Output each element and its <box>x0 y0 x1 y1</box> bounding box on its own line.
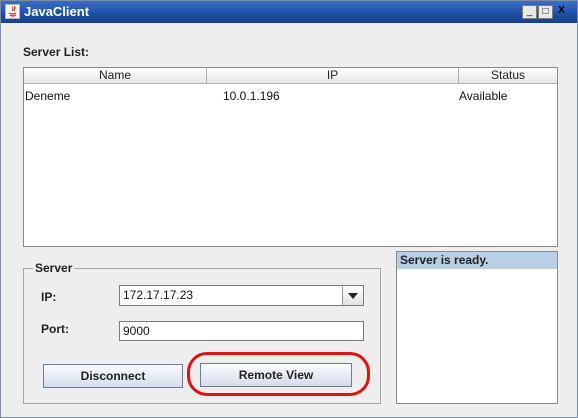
title-bar[interactable]: JavaClient _ □ X <box>1 1 577 23</box>
port-value: 9000 <box>123 324 150 338</box>
server-list-label: Server List: <box>23 45 90 59</box>
server-list-table[interactable]: Name IP Status Deneme 10.0.1.196 Availab… <box>23 67 558 247</box>
port-label: Port: <box>41 322 69 336</box>
column-header-name[interactable]: Name <box>24 68 207 83</box>
window-title: JavaClient <box>24 4 90 19</box>
minimize-button[interactable]: _ <box>522 5 537 19</box>
java-client-window: JavaClient _ □ X Server List: Name IP St… <box>0 0 578 418</box>
column-header-status[interactable]: Status <box>459 68 557 83</box>
status-panel: Server is ready. <box>396 251 558 404</box>
maximize-button[interactable]: □ <box>538 5 553 19</box>
row-ip-cell: 10.0.1.196 <box>223 89 280 103</box>
column-header-ip[interactable]: IP <box>207 68 459 83</box>
disconnect-button[interactable]: Disconnect <box>43 364 183 388</box>
ip-combobox[interactable]: 172.17.17.23 <box>119 285 364 306</box>
ip-label: IP: <box>41 290 57 304</box>
remote-view-highlight-annotation <box>187 352 370 396</box>
row-status-cell: Available <box>459 89 508 103</box>
ip-dropdown-button[interactable] <box>342 286 363 305</box>
server-group-title: Server <box>33 261 75 275</box>
close-button[interactable]: X <box>554 5 569 19</box>
status-message: Server is ready. <box>397 252 557 269</box>
ip-value: 172.17.17.23 <box>123 288 194 302</box>
row-name-cell: Deneme <box>25 89 71 103</box>
chevron-down-icon <box>348 293 358 299</box>
table-header: Name IP Status <box>24 68 557 84</box>
java-icon <box>5 4 20 19</box>
port-field[interactable]: 9000 <box>119 321 364 341</box>
